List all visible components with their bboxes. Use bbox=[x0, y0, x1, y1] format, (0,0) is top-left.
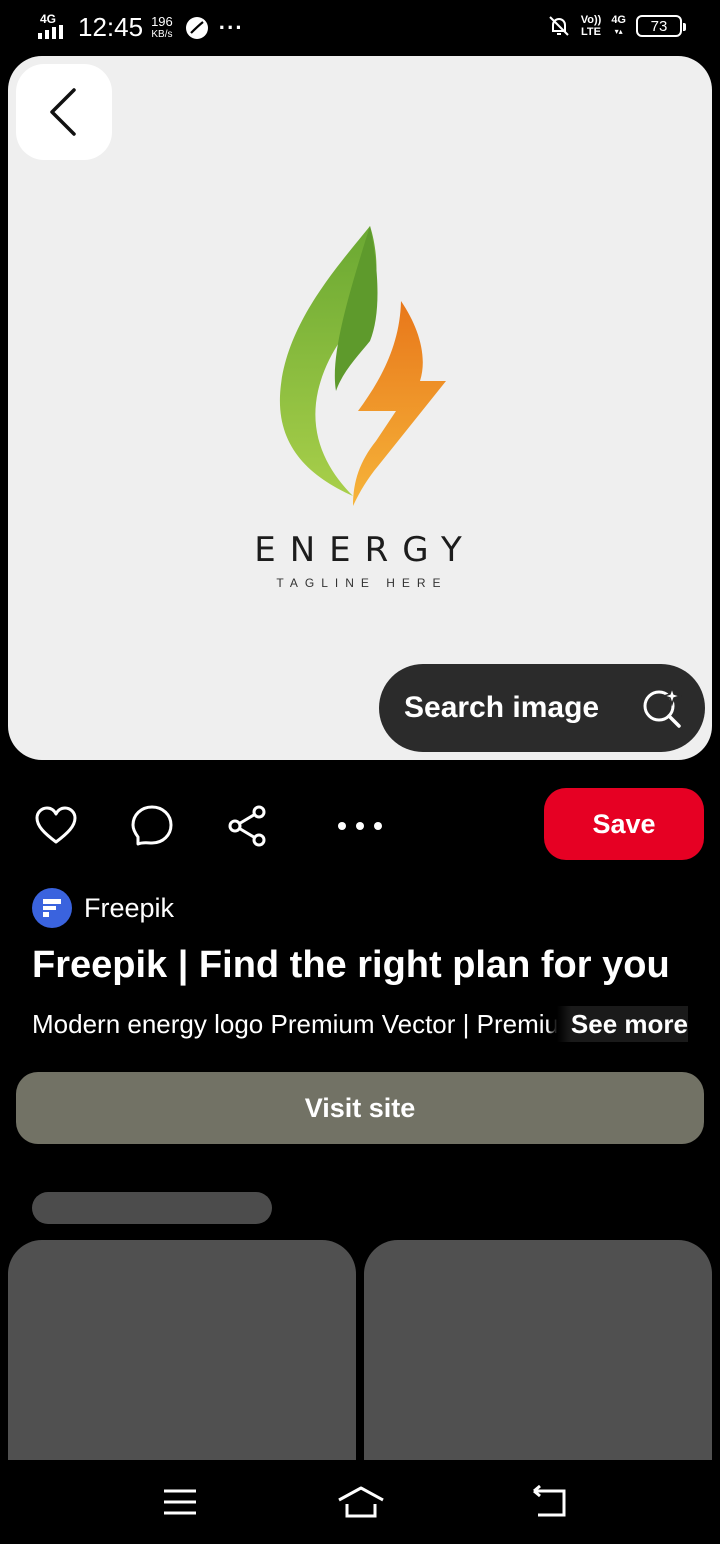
mobile-data-icon: 4G ▾▴ bbox=[611, 14, 626, 36]
chevron-left-icon bbox=[50, 88, 76, 136]
battery-icon: 73 bbox=[636, 15, 686, 37]
more-notifications-icon: ··· bbox=[218, 14, 244, 40]
source-avatar[interactable] bbox=[32, 888, 72, 928]
heart-icon bbox=[35, 806, 77, 844]
back-arrow-icon bbox=[533, 1485, 566, 1517]
pin-actions: Save bbox=[0, 788, 720, 860]
loading-placeholder bbox=[32, 1192, 272, 1224]
pin-title: Freepik | Find the right plan for you bbox=[32, 944, 670, 986]
share-button[interactable] bbox=[226, 804, 270, 848]
loading-card-placeholder bbox=[364, 1240, 712, 1470]
search-image-label: Search image bbox=[404, 691, 600, 724]
menu-icon bbox=[164, 1489, 196, 1515]
app-notification-icon bbox=[185, 16, 208, 39]
logo-tagline: TAGLINE HERE bbox=[276, 576, 448, 590]
source-name[interactable]: Freepik bbox=[84, 893, 174, 924]
network-type-label: 4G bbox=[40, 11, 57, 26]
back-nav-button[interactable] bbox=[528, 1480, 572, 1524]
save-button[interactable]: Save bbox=[544, 788, 704, 860]
home-icon bbox=[338, 1486, 384, 1518]
like-button[interactable] bbox=[34, 804, 78, 848]
signal-icon: 4G bbox=[38, 13, 72, 43]
share-icon bbox=[228, 805, 266, 847]
battery-level: 73 bbox=[650, 17, 668, 35]
more-options-button[interactable] bbox=[336, 804, 384, 848]
volte-icon: Vo)) LTE bbox=[580, 14, 602, 38]
search-image-button[interactable]: Search image bbox=[379, 664, 705, 752]
pin-source[interactable]: Freepik bbox=[32, 888, 174, 928]
see-more-link[interactable]: See more bbox=[546, 1006, 688, 1042]
pin-description: Modern energy logo Premium Vector | Prem… bbox=[32, 1006, 688, 1042]
visual-search-icon bbox=[643, 686, 683, 728]
system-navigation-bar bbox=[0, 1460, 720, 1544]
freepik-logo-icon bbox=[43, 899, 61, 917]
mute-bell-icon bbox=[549, 16, 569, 36]
recent-apps-button[interactable] bbox=[158, 1480, 202, 1524]
loading-card-placeholder bbox=[8, 1240, 356, 1470]
logo-wordmark: ENERGY bbox=[254, 530, 476, 570]
comment-button[interactable] bbox=[130, 804, 174, 848]
more-horizontal-icon bbox=[338, 822, 382, 830]
pin-image[interactable]: ENERGY TAGLINE HERE Search image bbox=[8, 56, 712, 760]
back-button[interactable] bbox=[16, 64, 112, 160]
visit-site-button[interactable]: Visit site bbox=[16, 1072, 704, 1144]
network-speed: 196 KB/s bbox=[151, 13, 173, 40]
status-bar: 4G 12:45 196 KB/s ··· Vo)) LTE 4G ▾▴ 73 bbox=[0, 0, 720, 56]
comment-icon bbox=[131, 805, 173, 846]
home-button[interactable] bbox=[336, 1480, 386, 1524]
clock: 12:45 bbox=[78, 12, 144, 42]
